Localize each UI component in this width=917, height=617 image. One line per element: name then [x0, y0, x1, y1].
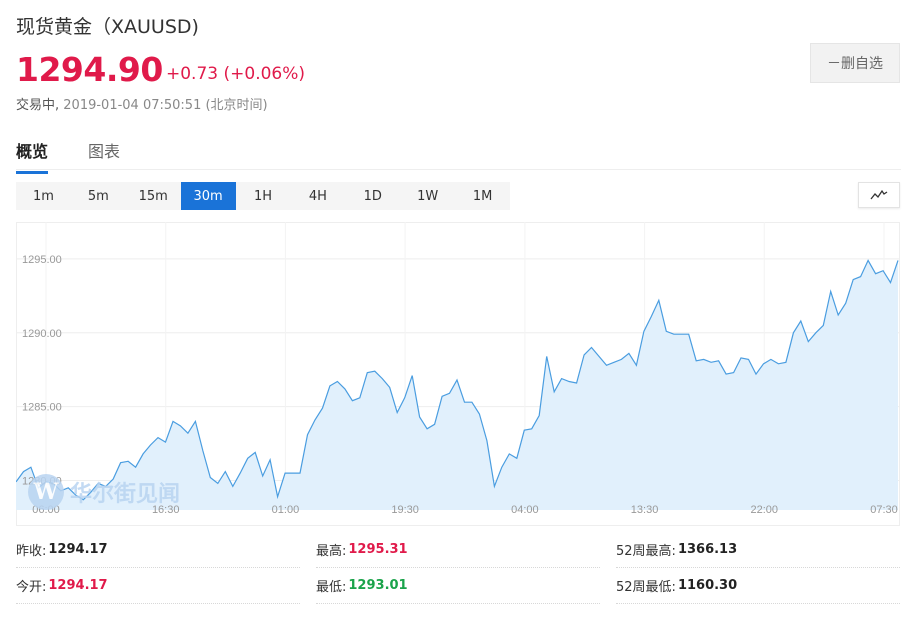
high-value: 1295.31	[348, 542, 408, 557]
view-tabs: 概览 图表	[16, 134, 901, 174]
tab-overview[interactable]: 概览	[16, 138, 49, 174]
watermark-logo: W	[28, 474, 64, 510]
period-selector: 1m 5m 15m 30m 1H 4H 1D 1W 1M	[16, 182, 510, 210]
low-value: 1293.01	[348, 578, 408, 593]
period-1d[interactable]: 1D	[345, 182, 400, 210]
period-30m[interactable]: 30m	[180, 182, 236, 210]
low-label: 最低:	[316, 580, 347, 595]
trading-state: 交易中,	[16, 98, 60, 113]
x-tick-label: 13:30	[631, 504, 659, 516]
watermark: W 华尔街见闻	[28, 474, 180, 510]
quote-title: 现货黄金（XAUUSD)	[16, 16, 199, 38]
period-1h[interactable]: 1H	[236, 182, 291, 210]
stat-prev-close: 昨收: 1294.17	[16, 532, 300, 568]
watermark-text: 华尔街见闻	[70, 481, 181, 507]
y-tick-label: 1285.00	[22, 402, 62, 414]
stat-low: 最低: 1293.01	[316, 568, 600, 604]
trading-status: 交易中, 2019-01-04 07:50:51 (北京时间)	[16, 94, 268, 113]
line-chart-icon	[870, 189, 888, 200]
y-tick-label: 1295.00	[22, 254, 62, 266]
prev-close-label: 昨收:	[16, 544, 47, 559]
stat-high: 最高: 1295.31	[316, 532, 600, 568]
stat-open: 今开: 1294.17	[16, 568, 300, 604]
x-tick-label: 07:30	[870, 504, 898, 516]
tab-chart[interactable]: 图表	[88, 138, 120, 171]
period-1mo[interactable]: 1M	[455, 182, 510, 210]
period-1m[interactable]: 1m	[16, 182, 71, 210]
wk52-low-value: 1160.30	[677, 578, 738, 593]
high-label: 最高:	[316, 544, 347, 559]
x-tick-label: 22:00	[751, 504, 779, 516]
x-tick-label: 19:30	[391, 504, 419, 516]
period-15m[interactable]: 15m	[126, 182, 181, 210]
remove-watchlist-button[interactable]: －删自选	[810, 43, 900, 83]
period-4h[interactable]: 4H	[290, 182, 345, 210]
x-tick-label: 04:00	[511, 504, 539, 516]
prev-close-value: 1294.17	[48, 542, 108, 557]
chart-type-button[interactable]	[858, 182, 900, 208]
stat-52wk-high: 52周最高: 1366.13	[616, 532, 900, 568]
x-tick-label: 01:00	[272, 504, 300, 516]
wk52-high-value: 1366.13	[677, 542, 738, 557]
quote-timestamp: 2019-01-04 07:50:51 (北京时间)	[63, 98, 268, 113]
open-label: 今开:	[16, 580, 47, 595]
price-change: +0.73 (+0.06%)	[166, 64, 306, 84]
y-tick-label: 1290.00	[22, 328, 62, 340]
open-value: 1294.17	[48, 578, 108, 593]
stat-52wk-low: 52周最低: 1160.30	[616, 568, 900, 604]
wk52-high-label: 52周最高:	[616, 544, 676, 559]
wk52-low-label: 52周最低:	[616, 580, 676, 595]
last-price: 1294.90	[16, 50, 163, 89]
period-5m[interactable]: 5m	[71, 182, 126, 210]
period-1w[interactable]: 1W	[400, 182, 455, 210]
